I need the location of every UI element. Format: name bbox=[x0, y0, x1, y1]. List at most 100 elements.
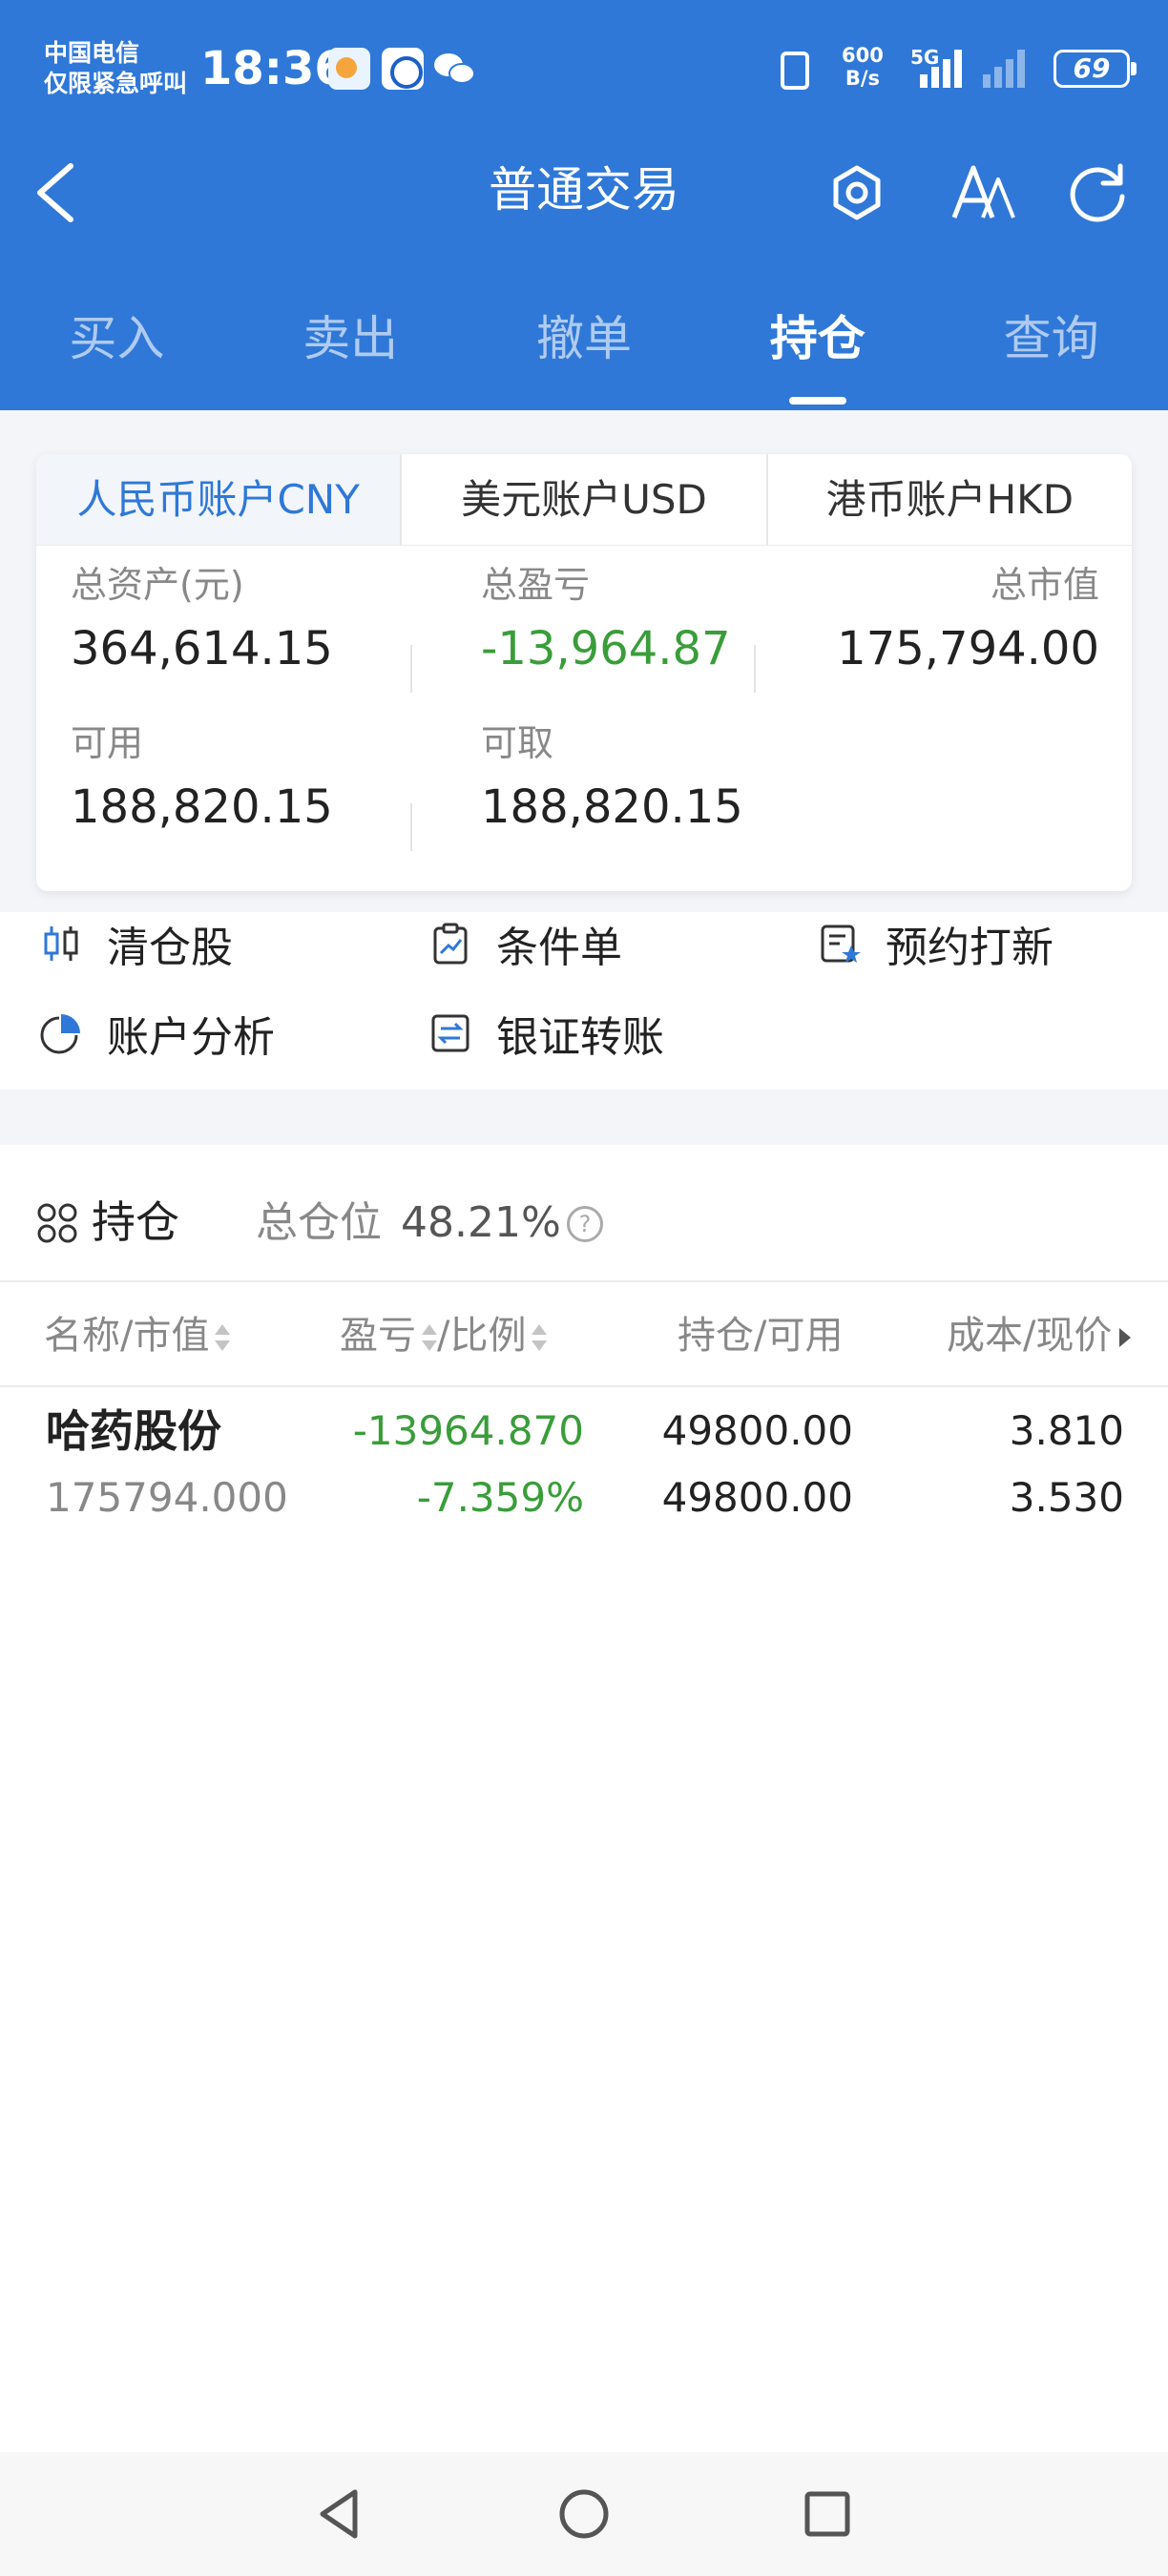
app-header: 普通交易 bbox=[0, 134, 1168, 277]
status-bar: 中国电信 仅限紧急呼叫 18:36 600 B/s 5G 69 bbox=[0, 0, 1168, 134]
column-position-header: 持仓/可用 bbox=[678, 1284, 843, 1387]
total-pnl-label: 总盈亏 bbox=[481, 564, 591, 606]
total-position-value: 48.21% bbox=[401, 1198, 561, 1247]
caret-right-icon bbox=[1119, 1328, 1132, 1347]
help-icon[interactable]: ? bbox=[567, 1206, 603, 1242]
stock-pnl: -13964.870 bbox=[352, 1407, 584, 1454]
carrier-status: 仅限紧急呼叫 bbox=[44, 70, 188, 97]
quick-actions: 清仓股 条件单 预约打新 账户分析 银证转账 bbox=[0, 912, 1168, 1090]
available-label: 可用 bbox=[71, 722, 144, 764]
withdrawable-value: 188,820.15 bbox=[481, 780, 743, 834]
tab-query[interactable]: 查询 bbox=[934, 277, 1168, 410]
market-value-label: 总市值 bbox=[990, 564, 1099, 606]
account-currency-tabs: 人民币账户CNY 美元账户USD 港币账户HKD bbox=[36, 454, 1132, 546]
signal-2-icon bbox=[983, 48, 1040, 88]
weather-app-icon bbox=[328, 48, 370, 90]
clear-position-label: 清仓股 bbox=[107, 924, 233, 972]
trade-tabs: 买入 卖出 撤单 持仓 查询 bbox=[0, 277, 1168, 410]
stock-available: 49800.00 bbox=[661, 1474, 853, 1521]
system-nav-bar bbox=[0, 2452, 1168, 2576]
status-indicators: 600 B/s 5G 69 bbox=[767, 38, 1168, 99]
column-ratio-label: /比例 bbox=[437, 1314, 527, 1358]
divider bbox=[410, 803, 412, 851]
carrier-info: 中国电信 仅限紧急呼叫 bbox=[44, 38, 187, 99]
refresh-button[interactable] bbox=[1059, 155, 1136, 231]
ipo-reservation-label: 预约打新 bbox=[886, 924, 1053, 972]
total-assets-label: 总资产(元) bbox=[71, 564, 244, 606]
withdrawable-funds: 可取 188,820.15 bbox=[481, 719, 743, 838]
account-card: 人民币账户CNY 美元账户USD 港币账户HKD 总资产(元) 364,614.… bbox=[36, 454, 1132, 891]
bank-transfer-label: 银证转账 bbox=[496, 1013, 664, 1062]
table-row[interactable]: 哈药股份 175794.000 -13964.870 -7.359% 49800… bbox=[0, 1389, 1168, 1551]
sort-name-header[interactable]: 名称/市值 bbox=[44, 1284, 231, 1387]
tab-cancel[interactable]: 撤单 bbox=[468, 277, 701, 410]
nav-back-button[interactable] bbox=[309, 2483, 372, 2545]
font-size-icon bbox=[951, 165, 1015, 218]
net-speed-unit: B/s bbox=[845, 67, 881, 90]
tab-buy[interactable]: 买入 bbox=[0, 277, 234, 410]
conditional-order-button[interactable]: 条件单 bbox=[428, 912, 622, 975]
nav-home-button[interactable] bbox=[553, 2483, 615, 2545]
square-recents-icon bbox=[804, 2491, 850, 2537]
account-analysis-button[interactable]: 账户分析 bbox=[38, 1002, 275, 1065]
clear-position-button[interactable]: 清仓股 bbox=[38, 912, 233, 975]
total-position-label: 总仓位 bbox=[256, 1198, 382, 1247]
available-funds: 可用 188,820.15 bbox=[71, 719, 333, 838]
column-name-label: 名称/市值 bbox=[44, 1314, 210, 1358]
total-assets-value: 364,614.15 bbox=[71, 622, 333, 675]
conditional-order-label: 条件单 bbox=[496, 924, 622, 972]
font-size-button[interactable] bbox=[945, 155, 1021, 231]
withdrawable-label: 可取 bbox=[481, 722, 554, 764]
total-pnl-value: -13,964.87 bbox=[481, 622, 731, 675]
news-app-icon bbox=[382, 48, 424, 90]
stock-cost: 3.810 bbox=[1009, 1407, 1124, 1454]
column-cost-label: 成本/现价 bbox=[947, 1314, 1113, 1358]
carrier-name: 中国电信 bbox=[44, 39, 140, 67]
available-value: 188,820.15 bbox=[71, 780, 333, 834]
circle-home-icon bbox=[559, 2489, 609, 2539]
battery-icon: 69 bbox=[1053, 50, 1137, 88]
wechat-icon bbox=[431, 48, 477, 90]
pie-chart-icon bbox=[40, 1014, 80, 1054]
vibrate-icon bbox=[781, 52, 809, 90]
clipboard-chart-icon bbox=[433, 923, 468, 965]
transfer-icon bbox=[431, 1014, 469, 1052]
candlestick-icon bbox=[44, 926, 78, 961]
holdings-table-header: 名称/市值 盈亏/比例 持仓/可用 成本/现价 bbox=[0, 1284, 1168, 1387]
signal-icon bbox=[920, 48, 977, 88]
reserve-star-icon bbox=[821, 924, 861, 963]
tab-usd-account[interactable]: 美元账户USD bbox=[400, 454, 765, 545]
column-cost-header[interactable]: 成本/现价 bbox=[947, 1284, 1132, 1387]
tab-positions[interactable]: 持仓 bbox=[700, 277, 934, 410]
status-time: 18:36 bbox=[200, 42, 346, 95]
sort-icon bbox=[422, 1323, 437, 1352]
grid-icon bbox=[37, 1203, 77, 1243]
settings-button[interactable] bbox=[819, 155, 895, 231]
stock-pnl-ratio: -7.359% bbox=[416, 1474, 584, 1521]
tab-sell[interactable]: 卖出 bbox=[234, 277, 468, 410]
total-assets: 总资产(元) 364,614.15 bbox=[71, 561, 333, 679]
market-value-value: 175,794.00 bbox=[837, 622, 1099, 675]
divider bbox=[754, 645, 756, 693]
stock-price: 3.530 bbox=[1009, 1474, 1124, 1521]
net-speed: 600 B/s bbox=[842, 44, 884, 90]
sort-pnl-header[interactable]: 盈亏/比例 bbox=[340, 1284, 548, 1387]
stock-name: 哈药股份 bbox=[46, 1405, 221, 1457]
triangle-back-icon bbox=[320, 2489, 358, 2539]
holdings-title: 持仓 bbox=[92, 1196, 179, 1248]
sort-icon bbox=[532, 1323, 548, 1352]
tab-hkd-account[interactable]: 港币账户HKD bbox=[765, 454, 1132, 545]
market-value: 总市值 175,794.00 bbox=[837, 561, 1099, 679]
ipo-reservation-button[interactable]: 预约打新 bbox=[817, 912, 1053, 975]
stock-position: 49800.00 bbox=[661, 1407, 853, 1454]
divider bbox=[410, 645, 412, 693]
hexagon-settings-icon bbox=[833, 165, 881, 220]
column-position-label: 持仓/可用 bbox=[678, 1314, 844, 1358]
bank-transfer-button[interactable]: 银证转账 bbox=[428, 1002, 664, 1065]
nav-recents-button[interactable] bbox=[796, 2483, 859, 2545]
total-pnl: 总盈亏 -13,964.87 bbox=[481, 561, 731, 679]
refresh-icon bbox=[1070, 163, 1125, 222]
tab-cny-account[interactable]: 人民币账户CNY bbox=[36, 454, 401, 545]
account-analysis-label: 账户分析 bbox=[107, 1013, 275, 1062]
net-speed-value: 600 bbox=[842, 44, 884, 67]
